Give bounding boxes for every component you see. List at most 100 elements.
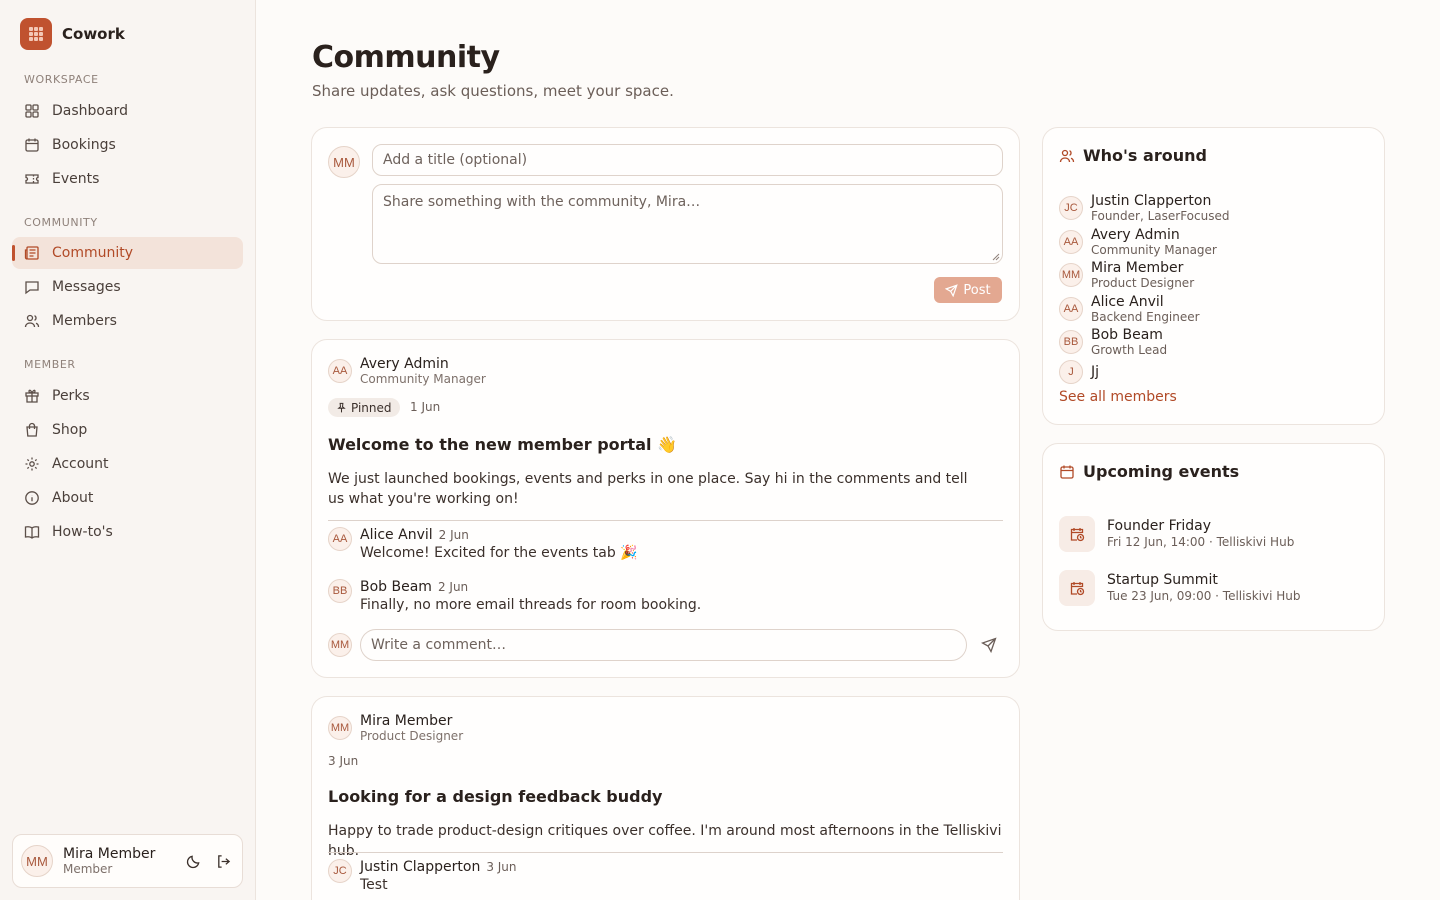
pinned-badge: Pinned (328, 398, 400, 417)
post-date: 1 Jun (410, 400, 441, 414)
post-title: Looking for a design feedback buddy (328, 787, 663, 806)
page-subtitle: Share updates, ask questions, meet your … (312, 82, 674, 100)
member-row[interactable]: AA Alice Anvil Backend Engineer (1059, 294, 1200, 324)
author-name: Avery Admin (360, 356, 449, 372)
sidebar-item-label: Account (52, 456, 109, 472)
sidebar-item-label: Messages (52, 279, 121, 295)
comment-text: Welcome! Excited for the events tab 🎉 (360, 545, 638, 561)
nav-section-workspace: WORKSPACE (24, 73, 99, 86)
theme-toggle-button[interactable] (182, 850, 204, 872)
send-comment-button[interactable] (978, 634, 1000, 656)
event-row[interactable]: Founder Friday Fri 12 Jun, 14:00 · Tellis… (1059, 516, 1294, 552)
member-name: Avery Admin (1091, 227, 1180, 243)
whos-around-title: Who's around (1059, 146, 1207, 165)
comment-date: 2 Jun (437, 580, 469, 594)
member-role: Backend Engineer (1091, 310, 1200, 324)
comment-date: 3 Jun (486, 860, 517, 874)
avatar: JC (1059, 196, 1083, 220)
comment-author[interactable]: Justin Clapperton (360, 859, 480, 875)
calendar-icon (25, 138, 39, 152)
member-row[interactable]: MM Mira Member Product Designer (1059, 260, 1194, 290)
event-meta: Tue 23 Jun, 09:00 · Telliskivi Hub (1107, 589, 1301, 603)
brand-name: Cowork (62, 25, 125, 43)
sidebar-item-about[interactable]: About (12, 482, 243, 514)
avatar: JC (328, 859, 352, 883)
sidebar-item-label: Community (52, 245, 134, 261)
logout-icon (217, 854, 230, 868)
sidebar-item-bookings[interactable]: Bookings (12, 129, 243, 161)
comment-input[interactable]: Write a comment… (360, 629, 967, 661)
comment-author[interactable]: Alice Anvil (360, 527, 433, 543)
avatar: MM (1059, 263, 1083, 287)
member-row[interactable]: AA Avery Admin Community Manager (1059, 227, 1217, 257)
dashboard-icon (25, 104, 39, 118)
comment-author[interactable]: Bob Beam (360, 579, 432, 595)
sidebar-item-label: Perks (52, 388, 90, 404)
sidebar-item-label: Bookings (52, 137, 116, 153)
upcoming-events-title: Upcoming events (1059, 462, 1239, 481)
sidebar-item-how-tos[interactable]: How-to's (12, 516, 243, 548)
sidebar-item-label: How-to's (52, 524, 113, 540)
post-author[interactable]: MM Mira Member Product Designer (328, 713, 463, 743)
gift-icon (25, 389, 39, 403)
post-title-input[interactable]: Add a title (optional) (372, 144, 1003, 176)
post-button-label: Post (963, 282, 991, 298)
sidebar-item-label: About (52, 490, 94, 506)
gear-icon (25, 457, 39, 471)
sidebar-item-account[interactable]: Account (12, 448, 243, 480)
newspaper-icon (24, 246, 39, 260)
see-all-members-link[interactable]: See all members (1059, 389, 1177, 405)
brand[interactable]: Cowork (20, 18, 125, 50)
shopping-bag-icon (26, 422, 38, 437)
calendar-clock-icon (1059, 516, 1095, 552)
post-date: 3 Jun (328, 754, 359, 768)
member-row[interactable]: JC Justin Clapperton Founder, LaserFocuse… (1059, 193, 1229, 223)
sidebar-item-members[interactable]: Members (12, 305, 243, 337)
info-icon (25, 491, 39, 505)
comment: JC Justin Clapperton 3 Jun Test (328, 859, 517, 893)
upcoming-events-title-text: Upcoming events (1083, 462, 1240, 481)
logout-button[interactable] (212, 850, 234, 872)
comment-text: Finally, no more email threads for room … (360, 597, 702, 613)
sidebar: Cowork WORKSPACE Dashboard Bookings Even… (0, 0, 256, 900)
author-name: Mira Member (360, 713, 453, 729)
post-body-textarea[interactable]: Share something with the community, Mira… (372, 184, 1003, 264)
member-row[interactable]: J Jj (1059, 360, 1099, 384)
nav-section-member: MEMBER (24, 358, 76, 371)
member-name: Justin Clapperton (1091, 193, 1212, 209)
avatar: AA (1059, 297, 1083, 321)
current-user-card: MM Mira Member Member (12, 834, 243, 888)
sidebar-item-perks[interactable]: Perks (12, 380, 243, 412)
send-icon (945, 283, 959, 297)
avatar: BB (1059, 330, 1083, 354)
users-icon (1059, 149, 1075, 162)
avatar: AA (328, 359, 352, 383)
event-row[interactable]: Startup Summit Tue 23 Jun, 09:00 · Tellis… (1059, 570, 1301, 606)
comment: AA Alice Anvil 2 Jun Welcome! Excited for… (328, 527, 638, 561)
moon-icon (186, 855, 199, 868)
post-body: We just launched bookings, events and pe… (328, 471, 968, 507)
current-user-name: Mira Member (63, 846, 156, 862)
post-button[interactable]: Post (934, 277, 1002, 303)
ticket-icon (25, 174, 39, 184)
member-row[interactable]: BB Bob Beam Growth Lead (1059, 327, 1167, 357)
current-user-role: Member (63, 862, 113, 876)
post-author[interactable]: AA Avery Admin Community Manager (328, 356, 486, 386)
avatar: AA (328, 527, 352, 551)
sidebar-item-community[interactable]: Community (12, 237, 243, 269)
nav-section-community: COMMUNITY (24, 216, 98, 229)
sidebar-item-messages[interactable]: Messages (12, 271, 243, 303)
send-icon (981, 637, 997, 653)
users-icon (24, 314, 40, 328)
avatar[interactable]: MM (21, 845, 53, 877)
post-divider (328, 852, 1003, 853)
sidebar-item-label: Shop (52, 422, 88, 438)
avatar: MM (328, 146, 360, 178)
page-title: Community (312, 40, 500, 75)
sidebar-item-shop[interactable]: Shop (12, 414, 243, 446)
sidebar-item-dashboard[interactable]: Dashboard (12, 95, 243, 127)
sidebar-item-events[interactable]: Events (12, 163, 243, 195)
post-body: Happy to trade product-design critiques … (328, 823, 1002, 859)
sidebar-item-label: Events (52, 171, 100, 187)
resize-handle-icon (992, 253, 1000, 261)
